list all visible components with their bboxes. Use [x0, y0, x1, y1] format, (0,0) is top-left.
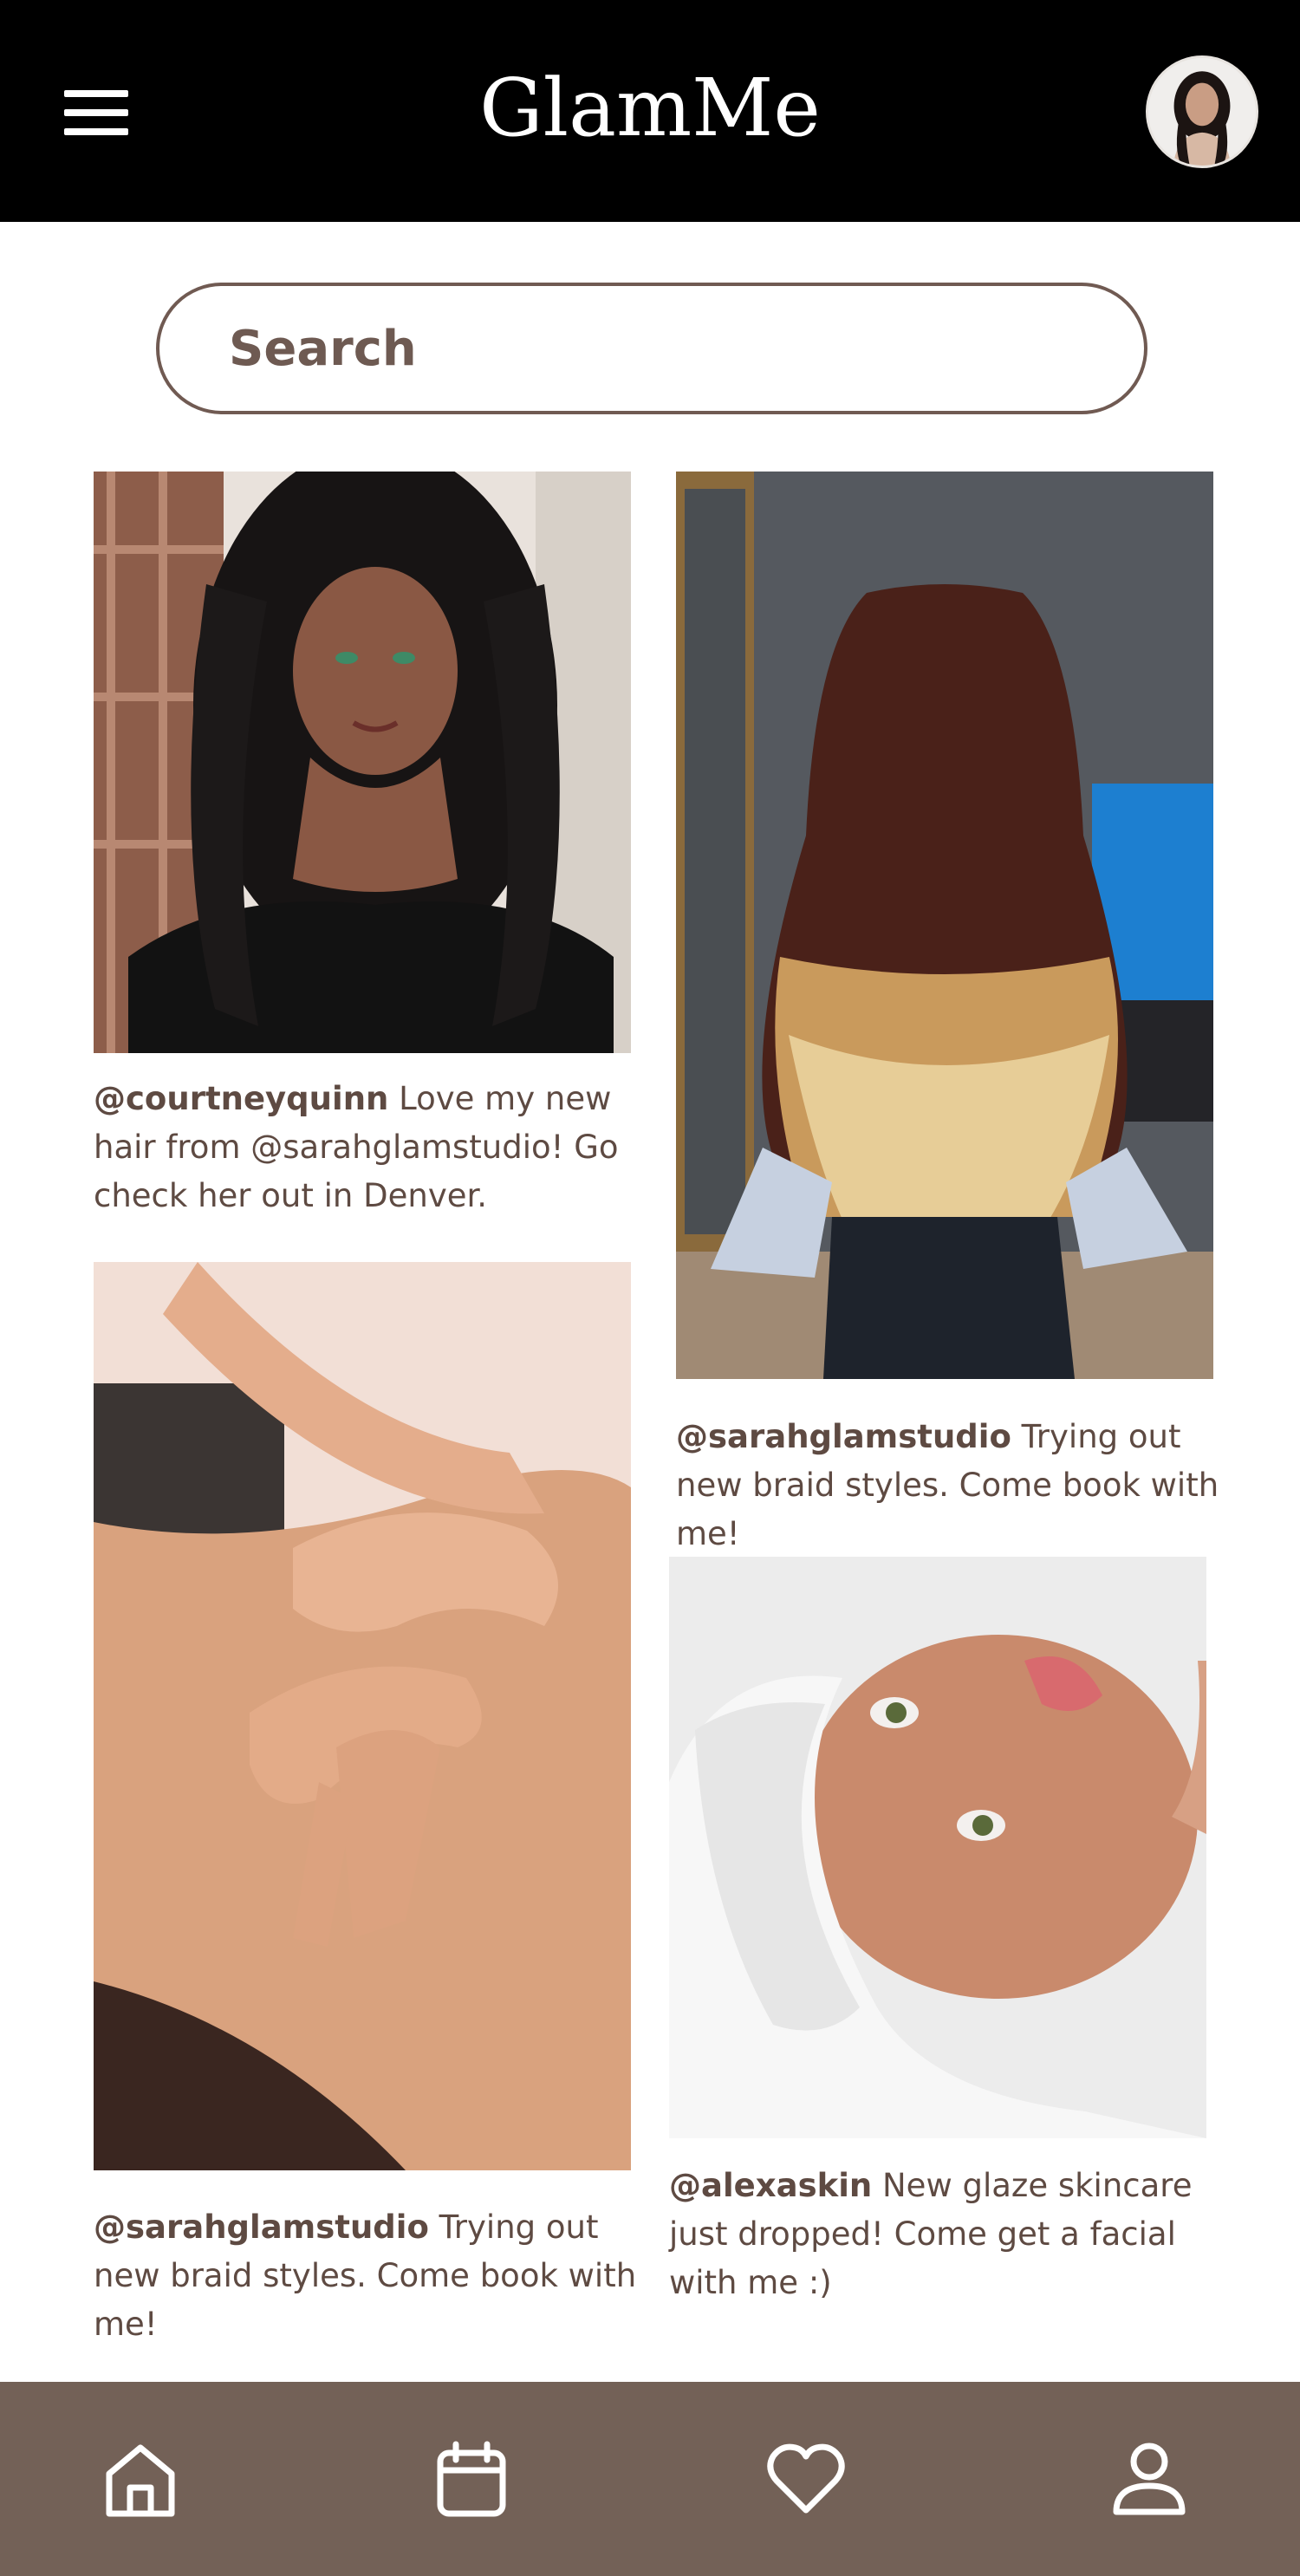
post-caption: @sarahglamstudio Trying out new braid st…: [676, 1413, 1231, 1558]
post-caption: @sarahglamstudio Trying out new braid st…: [94, 2203, 640, 2349]
user-icon[interactable]: [1106, 2436, 1193, 2522]
post-photo[interactable]: [669, 1557, 1206, 2138]
post-username[interactable]: @courtneyquinn: [94, 1080, 388, 1117]
bottom-navigation: [0, 2382, 1300, 2576]
post-photo[interactable]: [676, 472, 1213, 1379]
calendar-icon[interactable]: [428, 2436, 515, 2522]
post-username[interactable]: @sarahglamstudio: [676, 1418, 1011, 1455]
post-photo[interactable]: [94, 472, 631, 1053]
home-icon[interactable]: [97, 2436, 184, 2522]
post-caption: @courtneyquinn Love my new hair from @sa…: [94, 1075, 640, 1220]
heart-icon[interactable]: [763, 2436, 849, 2522]
post-caption: @alexaskin New glaze skincare just dropp…: [669, 2162, 1224, 2307]
profile-avatar[interactable]: [1146, 55, 1258, 168]
search-bar[interactable]: [156, 283, 1147, 414]
search-input[interactable]: [229, 312, 1061, 385]
post-username[interactable]: @sarahglamstudio: [94, 2208, 429, 2246]
app-title: GlamMe: [479, 62, 821, 154]
post-username[interactable]: @alexaskin: [669, 2167, 872, 2204]
post-photo[interactable]: [94, 1262, 631, 2170]
top-app-bar: GlamMe: [0, 0, 1300, 222]
